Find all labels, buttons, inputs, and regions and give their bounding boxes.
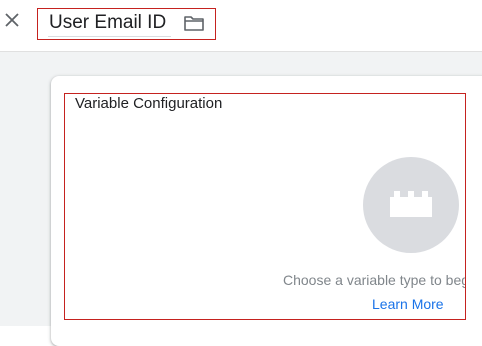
variable-block-icon (390, 191, 432, 217)
variable-name[interactable]: User Email ID (49, 11, 166, 35)
close-icon[interactable] (1, 9, 23, 31)
variable-configuration-title: Variable Configuration (75, 95, 223, 112)
choose-variable-prompt: Choose a variable type to begin (283, 272, 466, 288)
title-underline (48, 36, 171, 37)
editor-header: User Email ID (0, 0, 482, 52)
variable-type-placeholder[interactable] (363, 157, 459, 253)
variable-name-field[interactable]: User Email ID (37, 8, 216, 40)
learn-more-link[interactable]: Learn More (372, 295, 444, 313)
variable-configuration-panel[interactable]: Variable Configuration Choose a variable… (64, 93, 466, 320)
folder-icon[interactable] (183, 12, 205, 34)
